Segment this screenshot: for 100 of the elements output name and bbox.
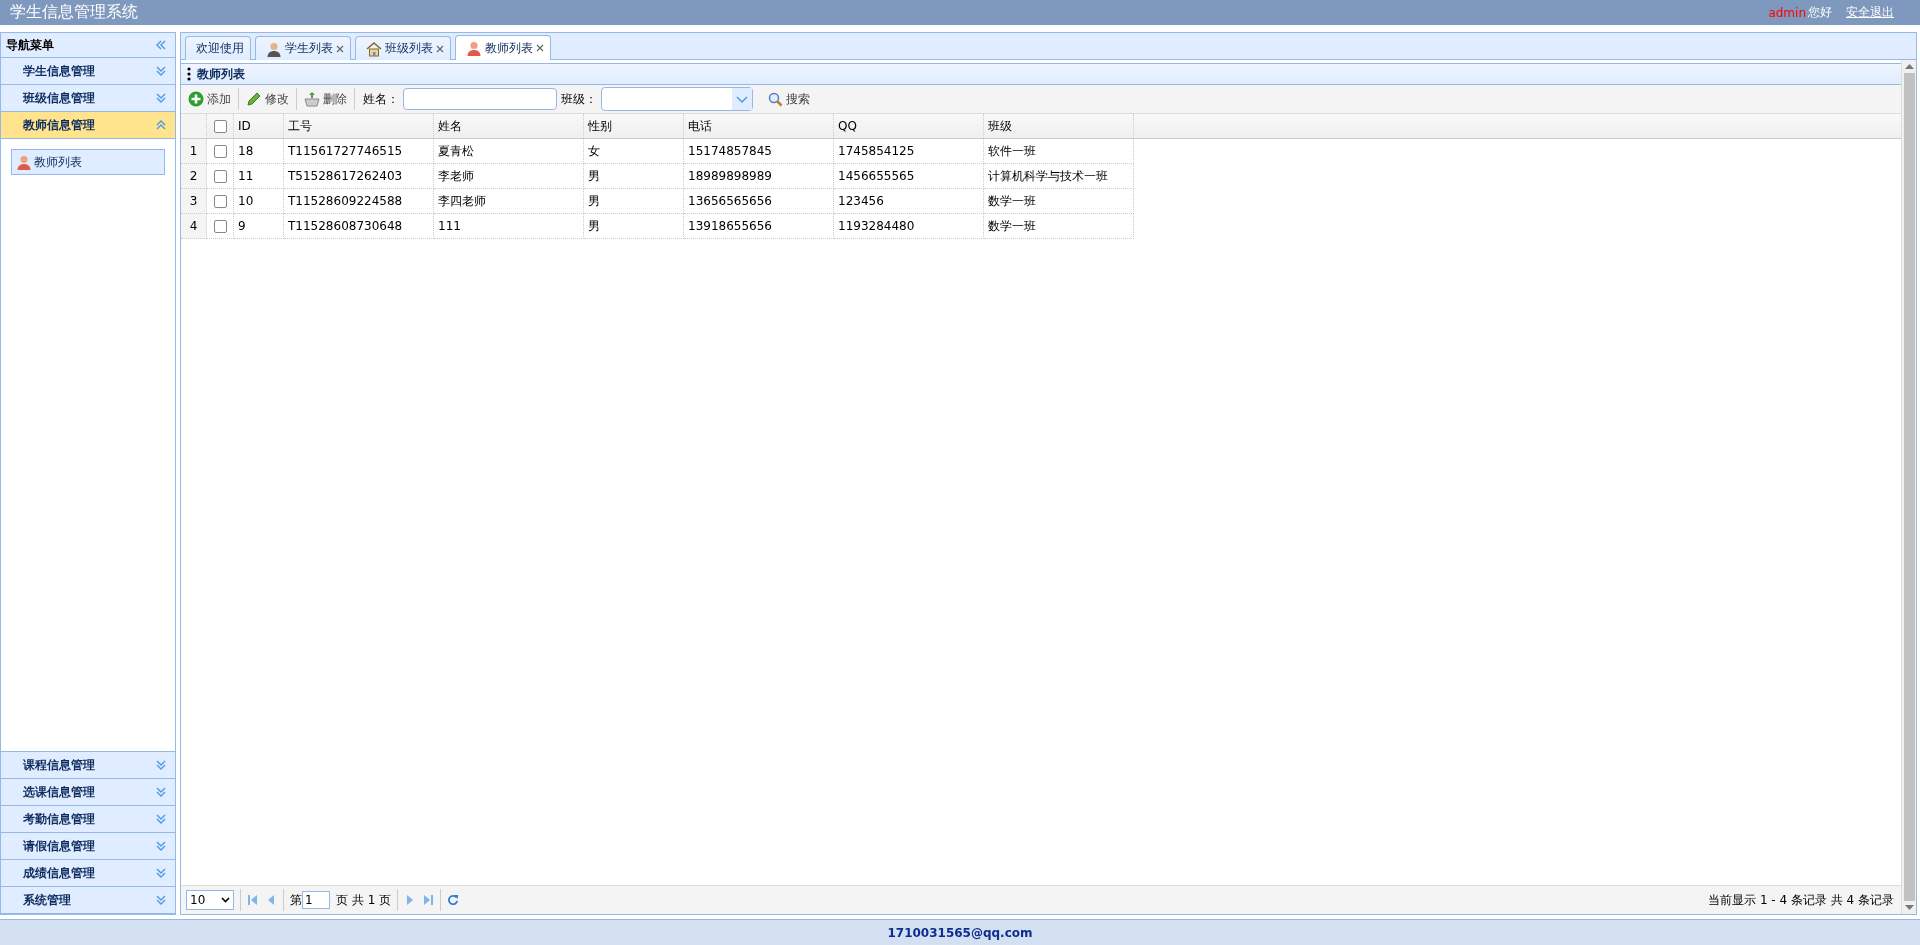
- table-cell: 李老师: [434, 164, 584, 189]
- search-icon: [768, 91, 783, 107]
- table-cell: 男: [584, 189, 684, 214]
- more-icon[interactable]: [187, 67, 191, 81]
- basket-icon: [304, 91, 320, 107]
- row-checkbox[interactable]: [213, 194, 227, 208]
- accordion-title: 班级信息管理: [23, 89, 95, 107]
- table-cell: 数学一班: [984, 189, 1134, 214]
- accordion-title: 学生信息管理: [23, 62, 95, 80]
- collapse-icon[interactable]: [155, 39, 167, 51]
- accordion-header[interactable]: 班级信息管理: [1, 85, 175, 112]
- page-size-select[interactable]: 10: [186, 890, 234, 910]
- scroll-up-icon[interactable]: [1904, 64, 1914, 69]
- tab[interactable]: 班级列表: [355, 36, 451, 60]
- accordion-header[interactable]: 选课信息管理: [1, 779, 175, 806]
- collapse-icon[interactable]: [155, 119, 167, 131]
- expand-icon[interactable]: [155, 867, 167, 879]
- search-button[interactable]: 搜索: [765, 87, 813, 111]
- expand-icon[interactable]: [155, 759, 167, 771]
- table-cell: 9: [234, 214, 284, 239]
- accordion-header[interactable]: 考勤信息管理: [1, 806, 175, 833]
- table-cell: 1456655565: [834, 164, 984, 189]
- column-header[interactable]: 班级: [984, 114, 1134, 138]
- last-page-icon[interactable]: [422, 894, 435, 906]
- greeting: 您好: [1808, 4, 1832, 21]
- accordion-header[interactable]: 系统管理: [1, 887, 175, 914]
- toolbar-button[interactable]: 删除: [301, 87, 350, 111]
- column-header[interactable]: 姓名: [434, 114, 584, 138]
- person-icon: [16, 154, 32, 170]
- table-cell: 夏青松: [434, 139, 584, 164]
- close-icon[interactable]: [436, 44, 444, 53]
- class-select[interactable]: [601, 87, 753, 111]
- accordion-header[interactable]: 教师信息管理: [1, 112, 175, 139]
- expand-icon[interactable]: [155, 813, 167, 825]
- menu-item[interactable]: 教师列表: [11, 149, 165, 175]
- table-cell: 18989898989: [684, 164, 834, 189]
- scroll-down-icon[interactable]: [1904, 905, 1914, 910]
- refresh-icon[interactable]: [447, 894, 460, 906]
- expand-icon[interactable]: [155, 65, 167, 77]
- accordion-header[interactable]: 成绩信息管理: [1, 860, 175, 887]
- column-header[interactable]: ID: [234, 114, 284, 138]
- page-label: 第: [290, 891, 302, 909]
- table-cell: 男: [584, 164, 684, 189]
- expand-icon[interactable]: [155, 786, 167, 798]
- expand-icon[interactable]: [155, 92, 167, 104]
- table-cell: 女: [584, 139, 684, 164]
- accordion-header[interactable]: 学生信息管理: [1, 58, 175, 85]
- tab[interactable]: 欢迎使用: [185, 36, 251, 60]
- row-number: 2: [181, 164, 207, 189]
- person-icon: [466, 40, 482, 56]
- table-cell: 11: [234, 164, 284, 189]
- table-cell: 计算机科学与技术一班: [984, 164, 1134, 189]
- accordion-title: 成绩信息管理: [23, 864, 95, 882]
- column-header[interactable]: 电话: [684, 114, 834, 138]
- close-icon[interactable]: [536, 44, 544, 52]
- pencil-icon: [246, 91, 262, 107]
- accordion-title: 系统管理: [23, 891, 71, 909]
- table-cell: 111: [434, 214, 584, 239]
- column-header[interactable]: QQ: [834, 114, 984, 138]
- accordion-title: 教师信息管理: [23, 116, 95, 134]
- column-header[interactable]: 性别: [584, 114, 684, 138]
- row-number: 3: [181, 189, 207, 214]
- first-page-icon[interactable]: [247, 894, 259, 906]
- expand-icon[interactable]: [155, 894, 167, 906]
- record-summary: 当前显示 1 - 4 条记录 共 4 条记录: [1708, 891, 1895, 909]
- row-checkbox[interactable]: [213, 144, 227, 158]
- username: admin: [1768, 5, 1806, 20]
- select-all-checkbox[interactable]: [213, 119, 227, 133]
- accordion-title: 选课信息管理: [23, 783, 95, 801]
- sidebar-title: 导航菜单: [6, 36, 54, 54]
- toolbar-button[interactable]: 修改: [243, 87, 292, 111]
- table-cell: 1193284480: [834, 214, 984, 239]
- page-label: 页 共 1 页: [336, 891, 392, 909]
- field-label: 姓名：: [363, 90, 399, 108]
- person-icon: [266, 40, 282, 57]
- name-input[interactable]: [403, 88, 557, 110]
- accordion-header[interactable]: 课程信息管理: [1, 752, 175, 779]
- close-icon[interactable]: [336, 44, 344, 53]
- expand-icon[interactable]: [155, 840, 167, 852]
- accordion-header[interactable]: 请假信息管理: [1, 833, 175, 860]
- dropdown-caret-icon[interactable]: [732, 88, 752, 110]
- tab[interactable]: 学生列表: [255, 36, 351, 60]
- plus-icon: [188, 91, 204, 107]
- row-number: 4: [181, 214, 207, 239]
- row-number: 1: [181, 139, 207, 164]
- accordion-title: 课程信息管理: [23, 756, 95, 774]
- table-cell: 18: [234, 139, 284, 164]
- tab[interactable]: 教师列表: [455, 35, 551, 60]
- house-icon: [366, 40, 382, 57]
- table-cell: 男: [584, 214, 684, 239]
- column-header[interactable]: 工号: [284, 114, 434, 138]
- row-checkbox[interactable]: [213, 219, 227, 233]
- scrollbar[interactable]: [1901, 60, 1916, 914]
- table-cell: 软件一班: [984, 139, 1134, 164]
- caret-icon: [221, 897, 230, 903]
- table-cell: 数学一班: [984, 214, 1134, 239]
- table-cell: 15174857845: [684, 139, 834, 164]
- row-checkbox[interactable]: [213, 169, 227, 183]
- toolbar-button[interactable]: 添加: [185, 87, 234, 111]
- page-input[interactable]: 1: [302, 891, 330, 909]
